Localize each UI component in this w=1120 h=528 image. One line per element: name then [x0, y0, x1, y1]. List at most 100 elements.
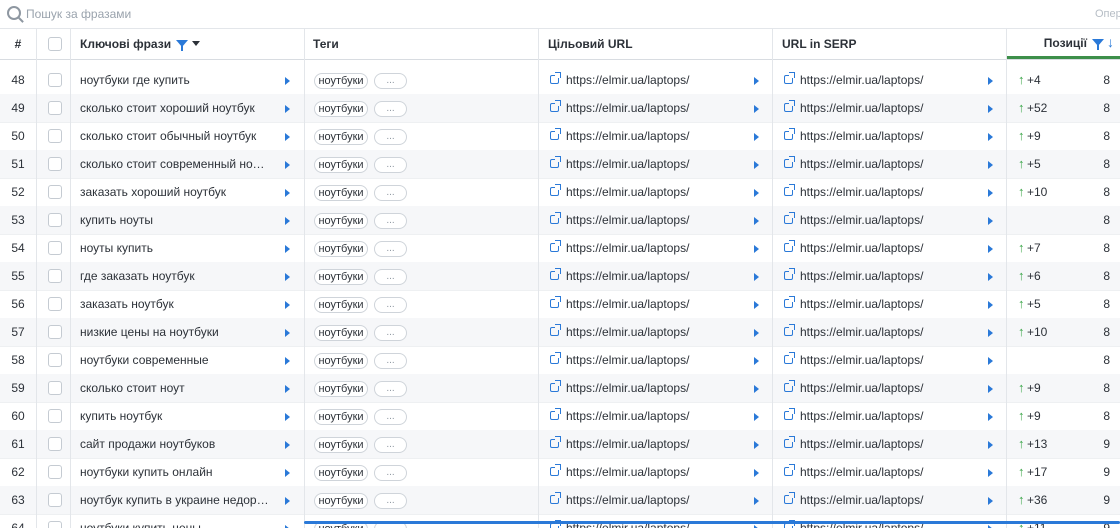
- expand-arrow-icon[interactable]: [285, 133, 290, 141]
- serp-url-link[interactable]: https://elmir.ua/laptops/: [800, 150, 960, 178]
- table-row[interactable]: 51 сколько стоит современный ноут... ноутб…: [0, 150, 1120, 179]
- external-link-icon[interactable]: [550, 212, 561, 224]
- serp-url-link[interactable]: https://elmir.ua/laptops/: [800, 94, 960, 122]
- row-checkbox[interactable]: [48, 409, 62, 423]
- serp-url-link[interactable]: https://elmir.ua/laptops/: [800, 346, 960, 374]
- table-row[interactable]: 56 заказать ноутбук ноутбуки... https://elm…: [0, 290, 1120, 319]
- expand-arrow-icon[interactable]: [754, 189, 759, 197]
- expand-arrow-icon[interactable]: [754, 77, 759, 85]
- external-link-icon[interactable]: [784, 324, 795, 336]
- external-link-icon[interactable]: [784, 100, 795, 112]
- expand-arrow-icon[interactable]: [988, 217, 993, 225]
- keyword-text[interactable]: ноутбуки купить цены: [80, 514, 270, 528]
- external-link-icon[interactable]: [784, 268, 795, 280]
- row-checkbox[interactable]: [48, 325, 62, 339]
- keyword-text[interactable]: ноутбуки купить онлайн: [80, 458, 270, 486]
- caret-down-icon[interactable]: [192, 41, 201, 47]
- more-tags-button[interactable]: ...: [374, 325, 407, 341]
- keyword-text[interactable]: купить ноутбук: [80, 402, 270, 430]
- external-link-icon[interactable]: [550, 464, 561, 476]
- target-url-link[interactable]: https://elmir.ua/laptops/: [566, 402, 726, 430]
- external-link-icon[interactable]: [550, 184, 561, 196]
- more-tags-button[interactable]: ...: [374, 241, 407, 257]
- expand-arrow-icon[interactable]: [285, 469, 290, 477]
- external-link-icon[interactable]: [784, 128, 795, 140]
- expand-arrow-icon[interactable]: [754, 329, 759, 337]
- tag-chip[interactable]: ноутбуки: [314, 269, 368, 285]
- target-url-link[interactable]: https://elmir.ua/laptops/: [566, 150, 726, 178]
- table-row[interactable]: 52 заказать хороший ноутбук ноутбуки... htt…: [0, 178, 1120, 207]
- expand-arrow-icon[interactable]: [754, 301, 759, 309]
- row-checkbox[interactable]: [48, 129, 62, 143]
- expand-arrow-icon[interactable]: [285, 189, 290, 197]
- row-checkbox[interactable]: [48, 185, 62, 199]
- expand-arrow-icon[interactable]: [988, 329, 993, 337]
- expand-arrow-icon[interactable]: [754, 133, 759, 141]
- tag-chip[interactable]: ноутбуки: [314, 465, 368, 481]
- table-row[interactable]: 49 сколько стоит хороший ноутбук ноутбуки.…: [0, 94, 1120, 123]
- external-link-icon[interactable]: [550, 352, 561, 364]
- external-link-icon[interactable]: [550, 408, 561, 420]
- expand-arrow-icon[interactable]: [285, 245, 290, 253]
- search-input[interactable]: [26, 4, 926, 24]
- expand-arrow-icon[interactable]: [285, 273, 290, 281]
- serp-url-link[interactable]: https://elmir.ua/laptops/: [800, 234, 960, 262]
- keyword-text[interactable]: сайт продажи ноутбуков: [80, 430, 270, 458]
- external-link-icon[interactable]: [550, 492, 561, 504]
- expand-arrow-icon[interactable]: [285, 413, 290, 421]
- column-positions[interactable]: Позиції ↓: [1006, 29, 1120, 59]
- more-tags-button[interactable]: ...: [374, 269, 407, 285]
- keyword-text[interactable]: низкие цены на ноутбуки: [80, 318, 270, 346]
- table-row[interactable]: 57 низкие цены на ноутбуки ноутбуки... http…: [0, 318, 1120, 347]
- target-url-link[interactable]: https://elmir.ua/laptops/: [566, 178, 726, 206]
- more-tags-button[interactable]: ...: [374, 353, 407, 369]
- serp-url-link[interactable]: https://elmir.ua/laptops/: [800, 318, 960, 346]
- tag-chip[interactable]: ноутбуки: [314, 409, 368, 425]
- expand-arrow-icon[interactable]: [285, 357, 290, 365]
- keyword-text[interactable]: сколько стоит ноут: [80, 374, 270, 402]
- table-row[interactable]: 55 где заказать ноутбук ноутбуки... https:/…: [0, 262, 1120, 291]
- external-link-icon[interactable]: [784, 72, 795, 84]
- column-tags[interactable]: Теги: [313, 29, 339, 59]
- expand-arrow-icon[interactable]: [988, 385, 993, 393]
- column-serp-url[interactable]: URL in SERP: [782, 29, 856, 59]
- target-url-link[interactable]: https://elmir.ua/laptops/: [566, 94, 726, 122]
- expand-arrow-icon[interactable]: [754, 469, 759, 477]
- serp-url-link[interactable]: https://elmir.ua/laptops/: [800, 178, 960, 206]
- expand-arrow-icon[interactable]: [988, 133, 993, 141]
- serp-url-link[interactable]: https://elmir.ua/laptops/: [800, 290, 960, 318]
- tag-chip[interactable]: ноутбуки: [314, 157, 368, 173]
- target-url-link[interactable]: https://elmir.ua/laptops/: [566, 290, 726, 318]
- expand-arrow-icon[interactable]: [285, 105, 290, 113]
- filter-icon[interactable]: [176, 40, 189, 52]
- row-checkbox[interactable]: [48, 73, 62, 87]
- tag-chip[interactable]: ноутбуки: [314, 381, 368, 397]
- table-row[interactable]: 62 ноутбуки купить онлайн ноутбуки... https…: [0, 458, 1120, 487]
- select-all-checkbox[interactable]: [48, 37, 62, 51]
- row-checkbox[interactable]: [48, 493, 62, 507]
- target-url-link[interactable]: https://elmir.ua/laptops/: [566, 486, 726, 514]
- external-link-icon[interactable]: [550, 72, 561, 84]
- external-link-icon[interactable]: [784, 464, 795, 476]
- table-row[interactable]: 53 купить ноуты ноутбуки... https://elmir.u…: [0, 206, 1120, 235]
- expand-arrow-icon[interactable]: [285, 385, 290, 393]
- serp-url-link[interactable]: https://elmir.ua/laptops/: [800, 206, 960, 234]
- more-tags-button[interactable]: ...: [374, 465, 407, 481]
- row-checkbox[interactable]: [48, 465, 62, 479]
- horizontal-scrollbar[interactable]: [304, 521, 1120, 524]
- target-url-link[interactable]: https://elmir.ua/laptops/: [566, 122, 726, 150]
- keyword-text[interactable]: ноутбук купить в украине недорого: [80, 486, 270, 514]
- tag-chip[interactable]: ноутбуки: [314, 213, 368, 229]
- row-checkbox[interactable]: [48, 297, 62, 311]
- more-tags-button[interactable]: ...: [374, 493, 407, 509]
- expand-arrow-icon[interactable]: [285, 217, 290, 225]
- column-target-url[interactable]: Цільовий URL: [548, 29, 633, 59]
- more-tags-button[interactable]: ...: [374, 297, 407, 313]
- keyword-text[interactable]: ноутбуки где купить: [80, 66, 270, 94]
- table-row[interactable]: 54 ноуты купить ноутбуки... https://elmir.u…: [0, 234, 1120, 263]
- expand-arrow-icon[interactable]: [988, 105, 993, 113]
- more-tags-button[interactable]: ...: [374, 437, 407, 453]
- target-url-link[interactable]: https://elmir.ua/laptops/: [566, 374, 726, 402]
- row-checkbox[interactable]: [48, 101, 62, 115]
- external-link-icon[interactable]: [550, 268, 561, 280]
